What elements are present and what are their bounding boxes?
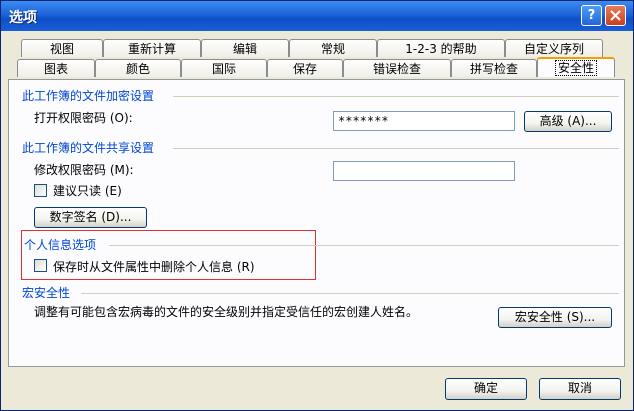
privacy-group-title: 个人信息选项	[24, 238, 97, 252]
options-dialog: 选项 ? 视图 重新计算 编辑 常规 1-2-3 的帮助 自定义序列 图表 颜色…	[0, 0, 634, 411]
tab-row-front: 图表 颜色 国际 保存 错误检查 拼写检查 安全性	[17, 57, 627, 78]
encrypt-divider	[173, 96, 619, 97]
remove-personal-info-checkbox[interactable]	[34, 259, 47, 272]
remove-personal-info-label: 保存时从文件属性中删除个人信息 (R)	[53, 260, 255, 274]
close-icon	[610, 10, 621, 21]
macro-group-title: 宏安全性	[22, 286, 71, 300]
tab-edit[interactable]: 编辑	[201, 39, 289, 57]
macro-divider	[81, 293, 619, 294]
tab-save[interactable]: 保存	[267, 59, 343, 77]
help-button[interactable]: ?	[581, 5, 602, 26]
tab-row-back: 视图 重新计算 编辑 常规 1-2-3 的帮助 自定义序列	[21, 39, 621, 58]
open-password-input[interactable]: *******	[333, 111, 515, 131]
tab-spelling[interactable]: 拼写检查	[451, 59, 537, 77]
tab-color[interactable]: 颜色	[95, 59, 181, 77]
close-button[interactable]	[605, 5, 626, 26]
open-password-label: 打开权限密码 (O):	[34, 111, 133, 125]
tab-recalc[interactable]: 重新计算	[103, 39, 201, 57]
tab-international[interactable]: 国际	[181, 59, 267, 77]
macro-security-button[interactable]: 宏安全性 (S)...	[498, 307, 612, 328]
advanced-button[interactable]: 高级 (A)...	[524, 111, 612, 132]
title-bar[interactable]: 选项 ?	[1, 1, 633, 31]
tab-error-checking[interactable]: 错误检查	[343, 59, 451, 77]
share-divider	[173, 148, 619, 149]
tab-security-label: 安全性	[554, 60, 597, 76]
dialog-title: 选项	[9, 10, 37, 26]
macro-description: 调整有可能包含宏病毒的文件的安全级别并指定受信任的宏创建人姓名。	[34, 305, 419, 319]
read-only-checkbox[interactable]	[34, 184, 47, 197]
encrypt-group-title: 此工作簿的文件加密设置	[22, 89, 155, 103]
ok-button[interactable]: 确定	[445, 378, 527, 400]
tab-123-help[interactable]: 1-2-3 的帮助	[377, 39, 505, 57]
modify-password-label: 修改权限密码 (M):	[34, 163, 134, 177]
read-only-label: 建议只读 (E)	[53, 184, 122, 198]
tab-general[interactable]: 常规	[289, 39, 377, 57]
digital-signature-button[interactable]: 数字签名 (D)...	[34, 207, 147, 228]
tab-chart[interactable]: 图表	[17, 59, 95, 77]
privacy-divider	[109, 245, 619, 246]
tab-security[interactable]: 安全性	[537, 57, 615, 77]
tab-view[interactable]: 视图	[21, 39, 103, 57]
modify-password-input[interactable]	[333, 161, 515, 181]
cancel-button[interactable]: 取消	[539, 378, 621, 400]
share-group-title: 此工作簿的文件共享设置	[22, 141, 155, 155]
tab-custom-lists[interactable]: 自定义序列	[505, 39, 603, 57]
